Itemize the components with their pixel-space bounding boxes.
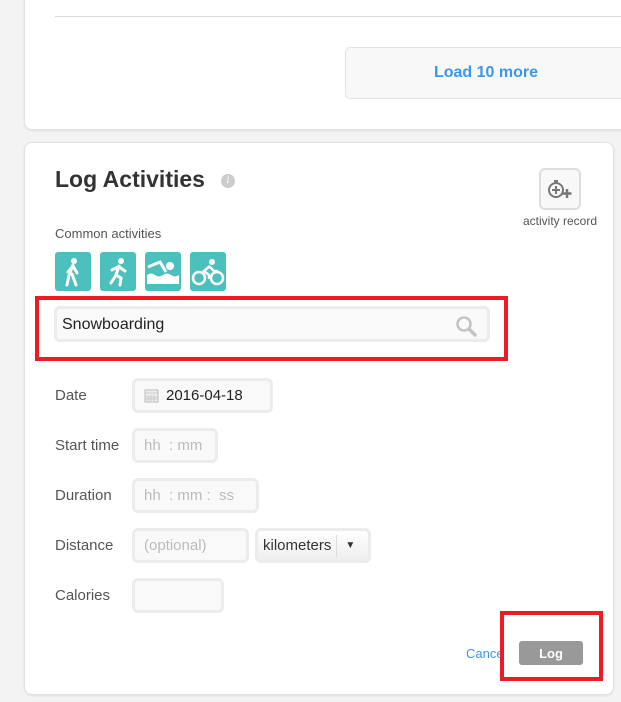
- info-icon[interactable]: i: [221, 174, 235, 188]
- activity-record-label: activity record: [522, 214, 598, 228]
- date-value: 2016-04-18: [166, 387, 243, 404]
- walking-button[interactable]: [55, 252, 91, 291]
- stopwatch-plus-icon: [548, 180, 572, 198]
- distance-unit-value: kilometers: [263, 537, 332, 554]
- chevron-down-icon: ▼: [336, 534, 355, 557]
- highlight-box-search: [35, 296, 508, 361]
- calendar-icon: [144, 389, 159, 403]
- distance-label: Distance: [55, 537, 114, 554]
- common-activities-label: Common activities: [55, 226, 162, 241]
- calories-field[interactable]: [132, 578, 224, 613]
- running-icon: [109, 257, 127, 286]
- date-field[interactable]: 2016-04-18: [132, 378, 273, 413]
- duration-field[interactable]: hh : mm : ss: [132, 478, 259, 513]
- distance-field[interactable]: (optional): [132, 528, 249, 563]
- start-time-label: Start time: [55, 437, 120, 454]
- load-more-button[interactable]: Load 10 more: [345, 47, 621, 99]
- running-button[interactable]: [100, 252, 136, 291]
- start-time-field[interactable]: hh : mm: [132, 428, 218, 463]
- walking-icon: [65, 257, 79, 286]
- activity-record-button[interactable]: [539, 168, 581, 210]
- calories-label: Calories: [55, 587, 111, 604]
- distance-unit-select[interactable]: kilometers ▼: [255, 528, 371, 563]
- cycling-button[interactable]: [190, 252, 226, 291]
- duration-label: Duration: [55, 487, 112, 504]
- page-title: Log Activities: [55, 166, 205, 192]
- swimming-icon: [147, 259, 179, 284]
- log-button[interactable]: Log: [519, 641, 583, 665]
- divider: [55, 16, 621, 17]
- cycling-icon: [191, 258, 225, 285]
- swimming-button[interactable]: [145, 252, 181, 291]
- date-label: Date: [55, 387, 87, 404]
